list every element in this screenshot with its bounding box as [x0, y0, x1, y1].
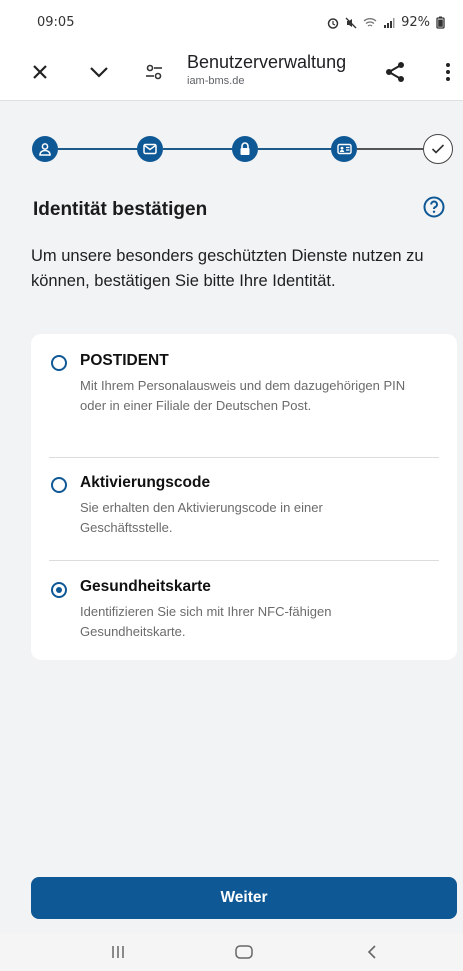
option-description: Sie erhalten den Aktivierungscode in ein…	[80, 500, 323, 535]
next-button[interactable]: Weiter	[31, 877, 457, 919]
option-description: Mit Ihrem Personalausweis und dem dazuge…	[80, 378, 406, 413]
step-identity	[331, 136, 357, 162]
battery-icon	[436, 16, 445, 29]
chevron-down-icon[interactable]	[85, 58, 113, 86]
step-security	[232, 136, 258, 162]
signal-icon	[384, 17, 395, 28]
status-bar: 09:05 92%	[0, 0, 463, 44]
option-divider	[49, 457, 439, 458]
option-title: POSTIDENT	[80, 352, 169, 369]
radio-postident[interactable]	[51, 355, 67, 371]
option-title: Gesundheitskarte	[80, 578, 211, 595]
check-icon	[431, 144, 445, 154]
status-time: 09:05	[37, 15, 75, 30]
step-complete	[423, 134, 453, 164]
back-icon[interactable]	[357, 941, 387, 963]
radio-aktivierungscode[interactable]	[51, 477, 67, 493]
more-options-icon[interactable]	[434, 58, 462, 86]
help-icon[interactable]	[423, 196, 445, 218]
user-icon	[39, 143, 51, 156]
option-description: Identifizieren Sie sich mit Ihrer NFC-fä…	[80, 604, 332, 639]
home-icon[interactable]	[229, 941, 259, 963]
close-icon[interactable]	[26, 58, 54, 86]
progress-stepper	[0, 128, 463, 168]
section-heading: Identität bestätigen	[33, 199, 208, 220]
step-connector	[357, 148, 423, 150]
identification-options-card: POSTIDENT Mit Ihrem Personalausweis und …	[31, 334, 457, 660]
option-divider	[49, 560, 439, 561]
share-icon[interactable]	[381, 58, 409, 86]
lock-icon	[240, 142, 250, 155]
intro-text: Um unsere besonders geschützten Dienste …	[31, 247, 424, 290]
battery-percent: 92%	[401, 15, 430, 30]
step-connector	[163, 148, 233, 150]
recent-apps-icon[interactable]	[103, 941, 133, 963]
page-url[interactable]: iam-bms.de	[187, 75, 244, 87]
browser-toolbar: Benutzerverwaltung iam-bms.de	[0, 44, 463, 101]
option-title: Aktivierungscode	[80, 474, 211, 491]
system-nav-bar	[0, 933, 463, 971]
mute-icon	[345, 17, 357, 28]
id-card-icon	[336, 143, 352, 155]
radio-gesundheitskarte[interactable]	[51, 582, 67, 598]
status-icons: 92%	[327, 15, 445, 30]
mail-icon	[143, 143, 157, 155]
page-title: Benutzerverwaltung	[187, 52, 347, 72]
alarm-icon	[327, 17, 339, 29]
step-connector	[58, 148, 138, 150]
site-settings-icon[interactable]	[140, 58, 168, 86]
step-connector	[258, 148, 332, 150]
wifi-icon	[363, 17, 377, 27]
step-account	[32, 136, 58, 162]
step-email	[137, 136, 163, 162]
